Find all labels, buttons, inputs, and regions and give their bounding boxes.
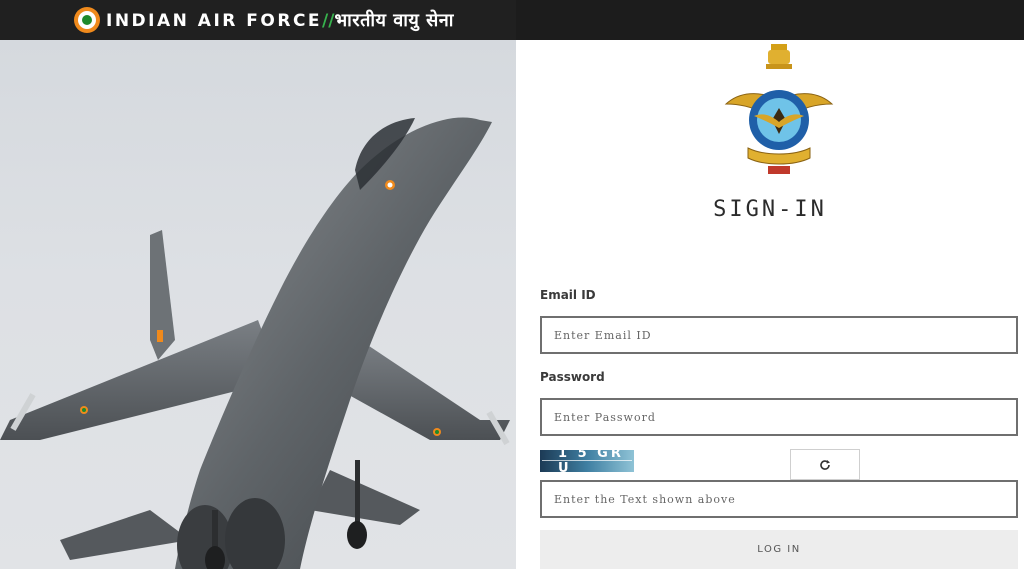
signin-title: SIGN-IN bbox=[713, 197, 827, 222]
refresh-icon bbox=[820, 459, 830, 470]
captcha-input[interactable] bbox=[540, 480, 1018, 518]
captcha-image: 1 5 GR U bbox=[540, 450, 634, 472]
password-label: Password bbox=[540, 370, 605, 384]
brand-hindi: भारतीय वायु सेना bbox=[334, 10, 454, 31]
login-button[interactable]: LOG IN bbox=[540, 530, 1018, 569]
password-input[interactable] bbox=[540, 398, 1018, 436]
email-input[interactable] bbox=[540, 316, 1018, 354]
fighter-jet-image bbox=[0, 117, 510, 569]
roundel-icon bbox=[74, 7, 100, 33]
brand-english: INDIAN AIR FORCE bbox=[106, 11, 323, 31]
top-bar: INDIAN AIR FORCE//भारतीय वायु सेना bbox=[0, 0, 1024, 40]
hero-image bbox=[0, 40, 516, 569]
iaf-crest-icon bbox=[724, 42, 834, 187]
brand-separator: // bbox=[322, 11, 335, 31]
email-label: Email ID bbox=[540, 288, 596, 302]
captcha-refresh-button[interactable] bbox=[790, 449, 860, 480]
signin-panel: SIGN-IN Email ID Password 1 5 GR U LOG I… bbox=[516, 40, 1024, 569]
brand-area: INDIAN AIR FORCE//भारतीय वायु सेना bbox=[0, 0, 516, 40]
brand-title: INDIAN AIR FORCE//भारतीय वायु सेना bbox=[106, 8, 454, 32]
